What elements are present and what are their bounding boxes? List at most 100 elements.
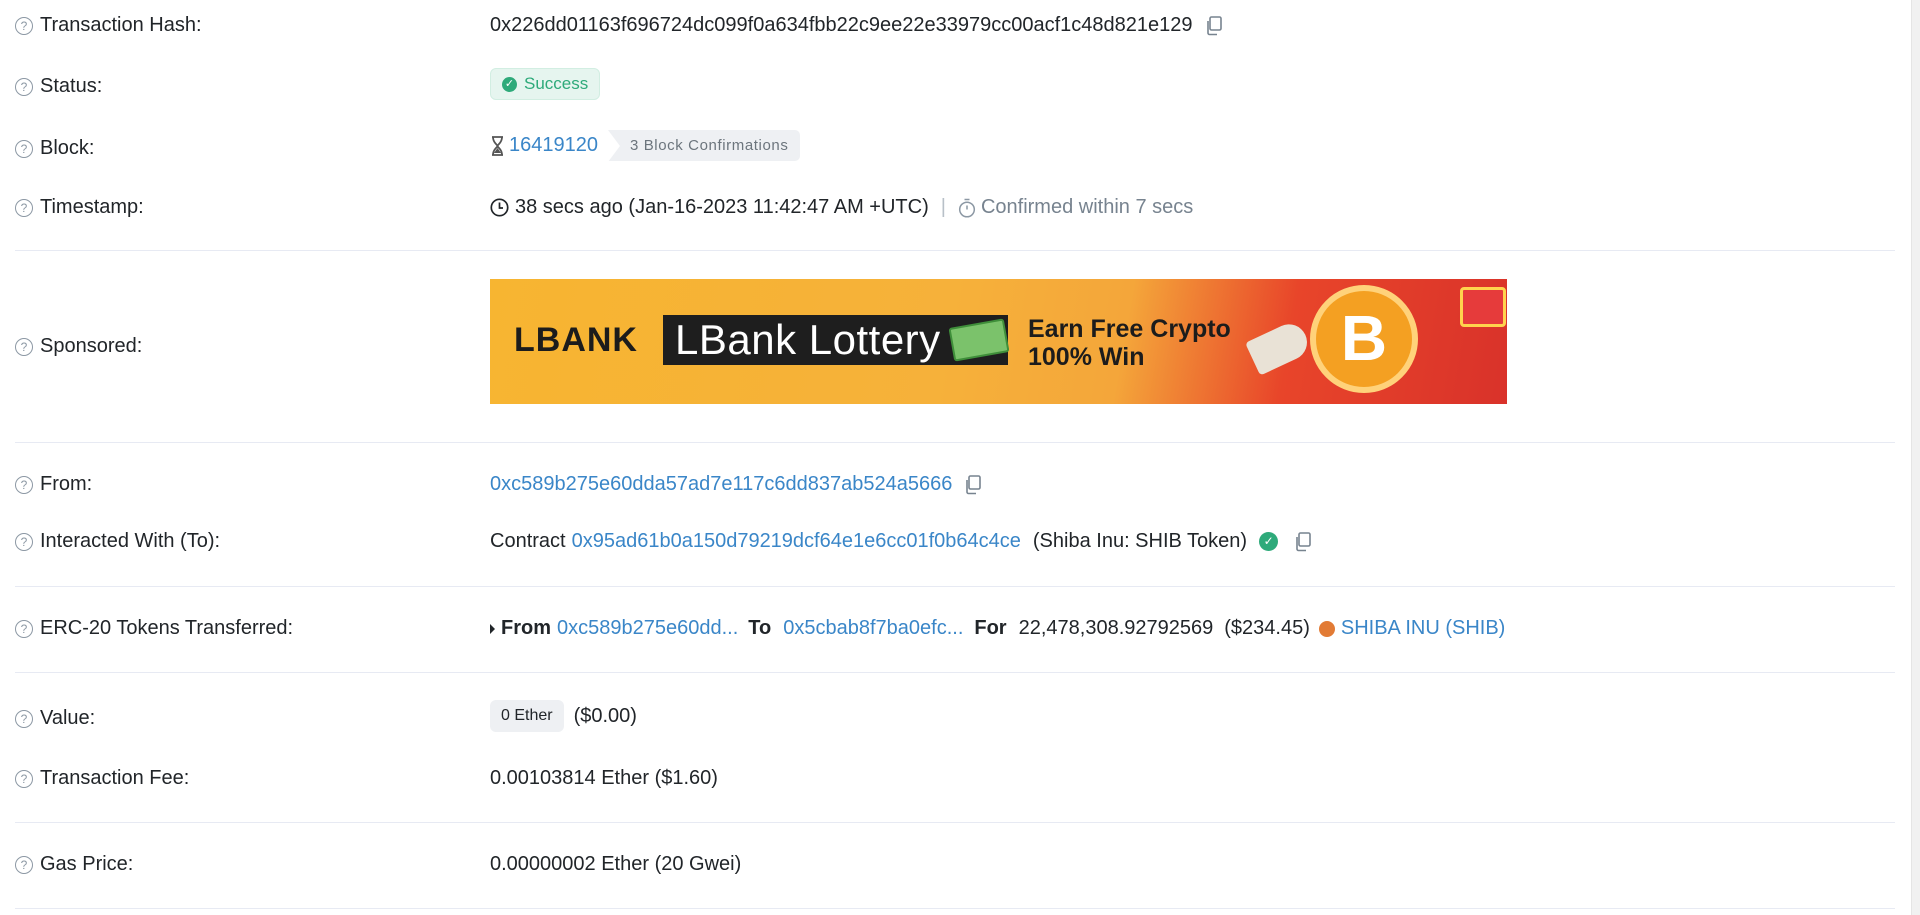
stopwatch-icon [958,198,976,218]
value-value: 0 Ether ($0.00) [490,700,637,732]
label-interacted-with: ? Interacted With (To): [15,530,220,553]
row-value: ? Value: 0 Ether ($0.00) [15,698,1895,738]
label-text: Transaction Fee: [40,767,190,789]
page-scrollbar[interactable] [1911,0,1920,915]
separator: | [940,196,946,218]
for-label: For [974,617,1007,639]
label-from: ? From: [15,473,92,496]
divider [15,442,1895,443]
check-circle-icon: ✓ [502,76,517,92]
gift-box-icon [1460,287,1506,327]
question-circle-icon[interactable]: ? [15,198,33,217]
row-erc20-transfers: ? ERC-20 Tokens Transferred: From 0xc589… [15,612,1895,646]
row-transaction-fee: ? Transaction Fee: 0.00103814 Ether ($1.… [15,762,1895,796]
value-timestamp: 38 secs ago (Jan-16-2023 11:42:47 AM +UT… [490,196,1193,219]
label-timestamp: ? Timestamp: [15,196,144,219]
row-timestamp: ? Timestamp: 38 secs ago (Jan-16-2023 11… [15,191,1895,225]
confirmed-within-text: Confirmed within 7 secs [980,196,1194,218]
check-circle-icon: ✓ [1259,532,1279,551]
ad-headline: LBank Lottery [675,316,941,363]
bitcoin-coin-icon: B [1310,285,1418,393]
label-gas-price: ? Gas Price: [15,853,133,876]
shiba-inu-token-icon [1318,620,1335,637]
label-erc20-transfers: ? ERC-20 Tokens Transferred: [15,617,293,640]
label-transaction-fee: ? Transaction Fee: [15,767,189,790]
label-transaction-hash: ? Transaction Hash: [15,14,202,37]
value-block: 16419120 3 Block Confirmations [490,130,801,162]
divider [15,250,1895,251]
hourglass-icon [492,135,503,156]
ether-amount-badge: 0 Ether [490,700,564,732]
contract-prefix: Contract [490,530,566,552]
sponsored-ad-banner[interactable]: LBANK LBank Lottery Earn Free Crypto 100… [490,279,1507,404]
from-address-link[interactable]: 0xc589b275e60dda57ad7e117c6dd837ab524a56… [490,473,952,496]
label-text: Interacted With (To): [40,530,221,552]
label-text: Block: [40,137,95,159]
value-transaction-fee: 0.00103814 Ether ($1.60) [490,767,718,790]
row-transaction-hash: ? Transaction Hash: 0x226dd01163f696724d… [15,10,1895,40]
timestamp-text: 38 secs ago (Jan-16-2023 11:42:47 AM +UT… [515,196,929,218]
cash-icon [948,318,1010,362]
row-from: ? From: 0xc589b275e60dda57ad7e117c6dd837… [15,468,1895,502]
label-text: Value: [40,707,96,729]
ad-headline-box: LBank Lottery [663,315,1010,365]
erc20-to-address-link[interactable]: 0x5cbab8f7ba0efc... [783,617,963,640]
value-erc20-transfer: From 0xc589b275e60dd... To 0x5cbab8f7ba0… [490,617,1505,640]
question-circle-icon[interactable]: ? [15,619,33,638]
value-interacted-with: Contract 0x95ad61b0a150d79219dcf64e1e6cc… [490,530,1312,553]
label-value: ? Value: [15,707,95,730]
question-circle-icon[interactable]: ? [15,77,33,96]
copy-icon[interactable] [1294,531,1312,552]
divider [15,586,1895,587]
value-usd: ($0.00) [573,704,637,727]
question-circle-icon[interactable]: ? [15,769,33,788]
to-label: To [748,617,772,639]
clock-icon [490,198,509,217]
question-circle-icon[interactable]: ? [15,139,33,158]
status-badge: ✓ Success [490,68,601,100]
ad-tagline-line-2: 100% Win [1028,343,1145,371]
label-text: Transaction Hash: [40,14,202,36]
divider [15,672,1895,673]
label-text: From: [40,473,93,495]
token-amount: 22,478,308.92792569 [1018,617,1214,639]
gas-price-text: 0.00000002 Ether (20 Gwei) [490,853,742,875]
label-status: ? Status: [15,75,102,98]
block-number-link[interactable]: 16419120 [509,134,598,157]
label-block: ? Block: [15,137,94,160]
divider [15,822,1895,823]
label-text: Timestamp: [40,196,144,218]
row-interacted-with: ? Interacted With (To): Contract 0x95ad6… [15,525,1895,559]
value-gas-price: 0.00000002 Ether (20 Gwei) [490,853,741,876]
token-name-link[interactable]: SHIBA INU (SHIB) [1341,617,1505,640]
question-circle-icon[interactable]: ? [15,337,33,356]
caret-right-icon[interactable] [490,623,495,634]
contract-address-link[interactable]: 0x95ad61b0a150d79219dcf64e1e6cc01f0b64c4… [572,530,1021,553]
label-sponsored: ? Sponsored: [15,335,142,358]
ad-tagline: Earn Free Crypto 100% Win [1028,315,1231,371]
label-text: ERC-20 Tokens Transferred: [40,617,294,639]
question-circle-icon[interactable]: ? [15,709,33,728]
row-gas-price: ? Gas Price: 0.00000002 Ether (20 Gwei) [15,848,1895,882]
copy-icon[interactable] [1205,15,1223,36]
value-status: ✓ Success [490,68,601,100]
copy-icon[interactable] [964,474,982,495]
token-usd-value: ($234.45) [1224,617,1310,639]
status-text: Success [524,74,589,93]
label-text: Status: [40,75,103,97]
megaphone-icon [1245,318,1313,376]
erc20-from-address-link[interactable]: 0xc589b275e60dd... [557,617,738,640]
transaction-hash-text: 0x226dd01163f696724dc099f0a634fbb22c9ee2… [490,14,1193,36]
contract-name: (Shiba Inu: SHIB Token) [1032,530,1248,552]
question-circle-icon[interactable]: ? [15,16,33,35]
label-text: Sponsored: [40,335,143,357]
question-circle-icon[interactable]: ? [15,855,33,874]
block-confirmations-badge: 3 Block Confirmations [607,130,801,162]
from-label: From [501,617,551,639]
value-from: 0xc589b275e60dda57ad7e117c6dd837ab524a56… [490,473,982,496]
label-text: Gas Price: [40,853,134,875]
ad-brand-logo: LBANK [514,321,638,359]
question-circle-icon[interactable]: ? [15,475,33,494]
question-circle-icon[interactable]: ? [15,532,33,551]
divider [15,908,1895,909]
